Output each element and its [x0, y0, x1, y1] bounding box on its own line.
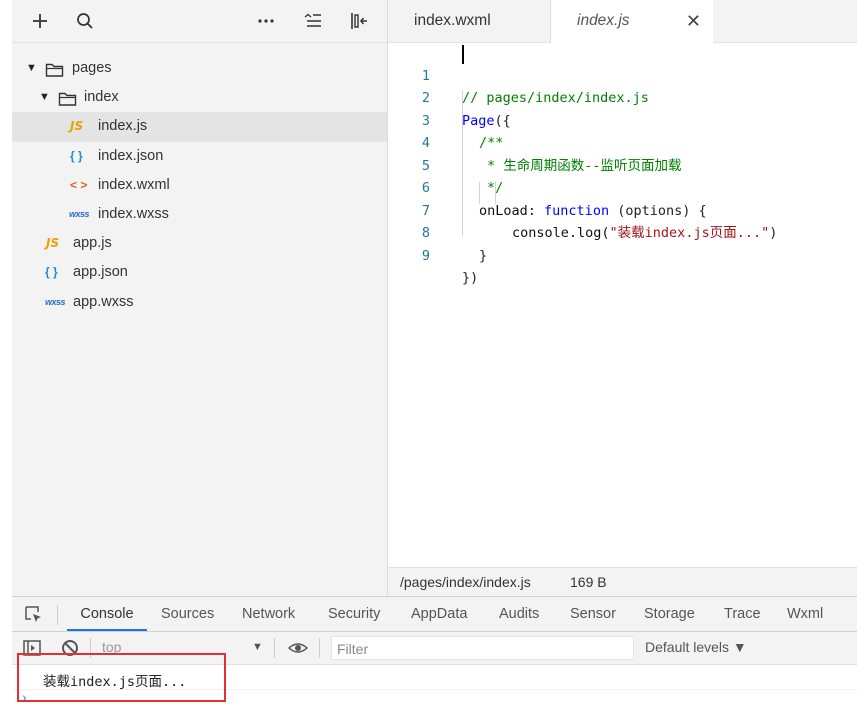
code-line: 5 */ [388, 132, 857, 197]
tab-label: index.wxml [414, 12, 491, 29]
tab-audits[interactable]: Audits [499, 597, 539, 631]
more-icon[interactable] [255, 10, 277, 32]
code-line: 6 onLoad: function (options) { [388, 155, 857, 219]
tab-network[interactable]: Network [242, 597, 295, 631]
tree-label: pages [72, 60, 112, 76]
hide-panel-icon[interactable] [348, 10, 370, 32]
expand-arrow-icon[interactable]: ▼ [26, 54, 37, 83]
code-line: 1 // pages/index/index.js [388, 42, 857, 107]
tab-sources[interactable]: Sources [161, 597, 214, 631]
code-line: 9 }) [388, 222, 857, 287]
tree-file-app-json[interactable]: { } app.json [12, 258, 387, 287]
tree-file-app-wxss[interactable]: wxss app.wxss [12, 288, 387, 317]
code-area[interactable]: 1 // pages/index/index.js 2 Page({ 3 /**… [388, 42, 857, 287]
tab-security[interactable]: Security [328, 597, 380, 631]
js-file-icon: JS [70, 119, 84, 134]
left-gutter [0, 0, 12, 596]
file-explorer: ▼ pages ▼ index JS index.js { } index.js… [12, 0, 388, 596]
code-line: 3 /** [388, 87, 857, 152]
tree-file-index-wxss[interactable]: wxss index.wxss [12, 200, 387, 229]
tab-trace[interactable]: Trace [724, 597, 761, 631]
devtools-tabs: Console Sources Network Security AppData… [12, 597, 857, 632]
tab-index-js[interactable]: index.js ✕ [551, 0, 713, 43]
console-output: 装载index.js页面... › [12, 653, 857, 721]
editor-tabs: index.wxml index.js ✕ [388, 0, 857, 43]
json-file-icon: { } [45, 265, 58, 280]
devtools-panel: Console Sources Network Security AppData… [12, 596, 857, 721]
tree-folder-pages[interactable]: ▼ pages [12, 54, 387, 83]
search-icon[interactable] [74, 10, 96, 32]
tree-label: app.wxss [73, 293, 134, 310]
divider [319, 638, 320, 658]
dropdown-arrow-icon[interactable]: ▼ [252, 641, 263, 653]
explorer-toolbar [12, 0, 387, 43]
tree-label: index.json [98, 147, 164, 164]
filter-input[interactable]: Filter [331, 636, 634, 660]
tree-label: app.js [73, 235, 112, 252]
tree-folder-index[interactable]: ▼ index [12, 83, 387, 112]
eye-icon[interactable] [287, 638, 309, 663]
log-levels-dropdown[interactable]: Default levels ▼ [645, 639, 747, 655]
tab-index-wxml[interactable]: index.wxml [388, 0, 551, 42]
tree-file-index-json[interactable]: { } index.json [12, 142, 387, 171]
expand-arrow-icon[interactable]: ▼ [39, 83, 50, 112]
code-line: 2 Page({ [388, 65, 857, 129]
tab-console[interactable]: Console [67, 597, 147, 631]
tree-label: index.js [98, 118, 148, 135]
tab-appdata[interactable]: AppData [411, 597, 467, 631]
code-line: 4 * 生命周期函数--监听页面加载 [388, 110, 857, 174]
tree-file-index-js[interactable]: JS index.js [12, 112, 387, 142]
wxss-file-icon: wxss [69, 208, 90, 219]
tab-wxml[interactable]: Wxml [787, 597, 823, 631]
inspect-element-icon[interactable] [24, 605, 44, 630]
collapse-all-icon[interactable] [302, 10, 324, 32]
file-tree: ▼ pages ▼ index JS index.js { } index.js… [12, 54, 387, 317]
divider [57, 605, 58, 625]
console-prompt[interactable]: › [22, 689, 27, 705]
wxml-file-icon: < > [70, 177, 88, 192]
code-text: } [479, 247, 488, 264]
json-file-icon: { } [70, 148, 83, 163]
js-file-icon: JS [46, 236, 60, 251]
highlight-box [17, 653, 226, 702]
editor-status-bar: /pages/index/index.js 169 B [388, 567, 857, 597]
tree-file-app-js[interactable]: JS app.js [12, 229, 387, 258]
tree-label: app.json [73, 264, 128, 281]
close-icon[interactable]: ✕ [686, 0, 701, 46]
tree-file-index-wxml[interactable]: < > index.wxml [12, 171, 387, 200]
tree-label: index [84, 89, 119, 106]
code-editor: index.wxml index.js ✕ 1 // pages/index/i… [388, 0, 857, 597]
file-size: 169 B [570, 574, 607, 590]
line-number: 9 [421, 247, 430, 264]
code-text: }) [462, 270, 479, 286]
tree-label: index.wxml [98, 176, 170, 193]
code-line: 8 } [388, 200, 857, 264]
divider [274, 638, 275, 658]
tab-label: index.js [577, 12, 630, 29]
code-line: 7 console.log("装载index.js页面...") [388, 177, 857, 242]
tab-storage[interactable]: Storage [644, 597, 695, 631]
tab-sensor[interactable]: Sensor [570, 597, 616, 631]
tree-label: index.wxss [98, 205, 169, 222]
file-path: /pages/index/index.js [400, 574, 531, 590]
wxss-file-icon: wxss [45, 296, 66, 307]
add-icon[interactable] [29, 10, 51, 32]
